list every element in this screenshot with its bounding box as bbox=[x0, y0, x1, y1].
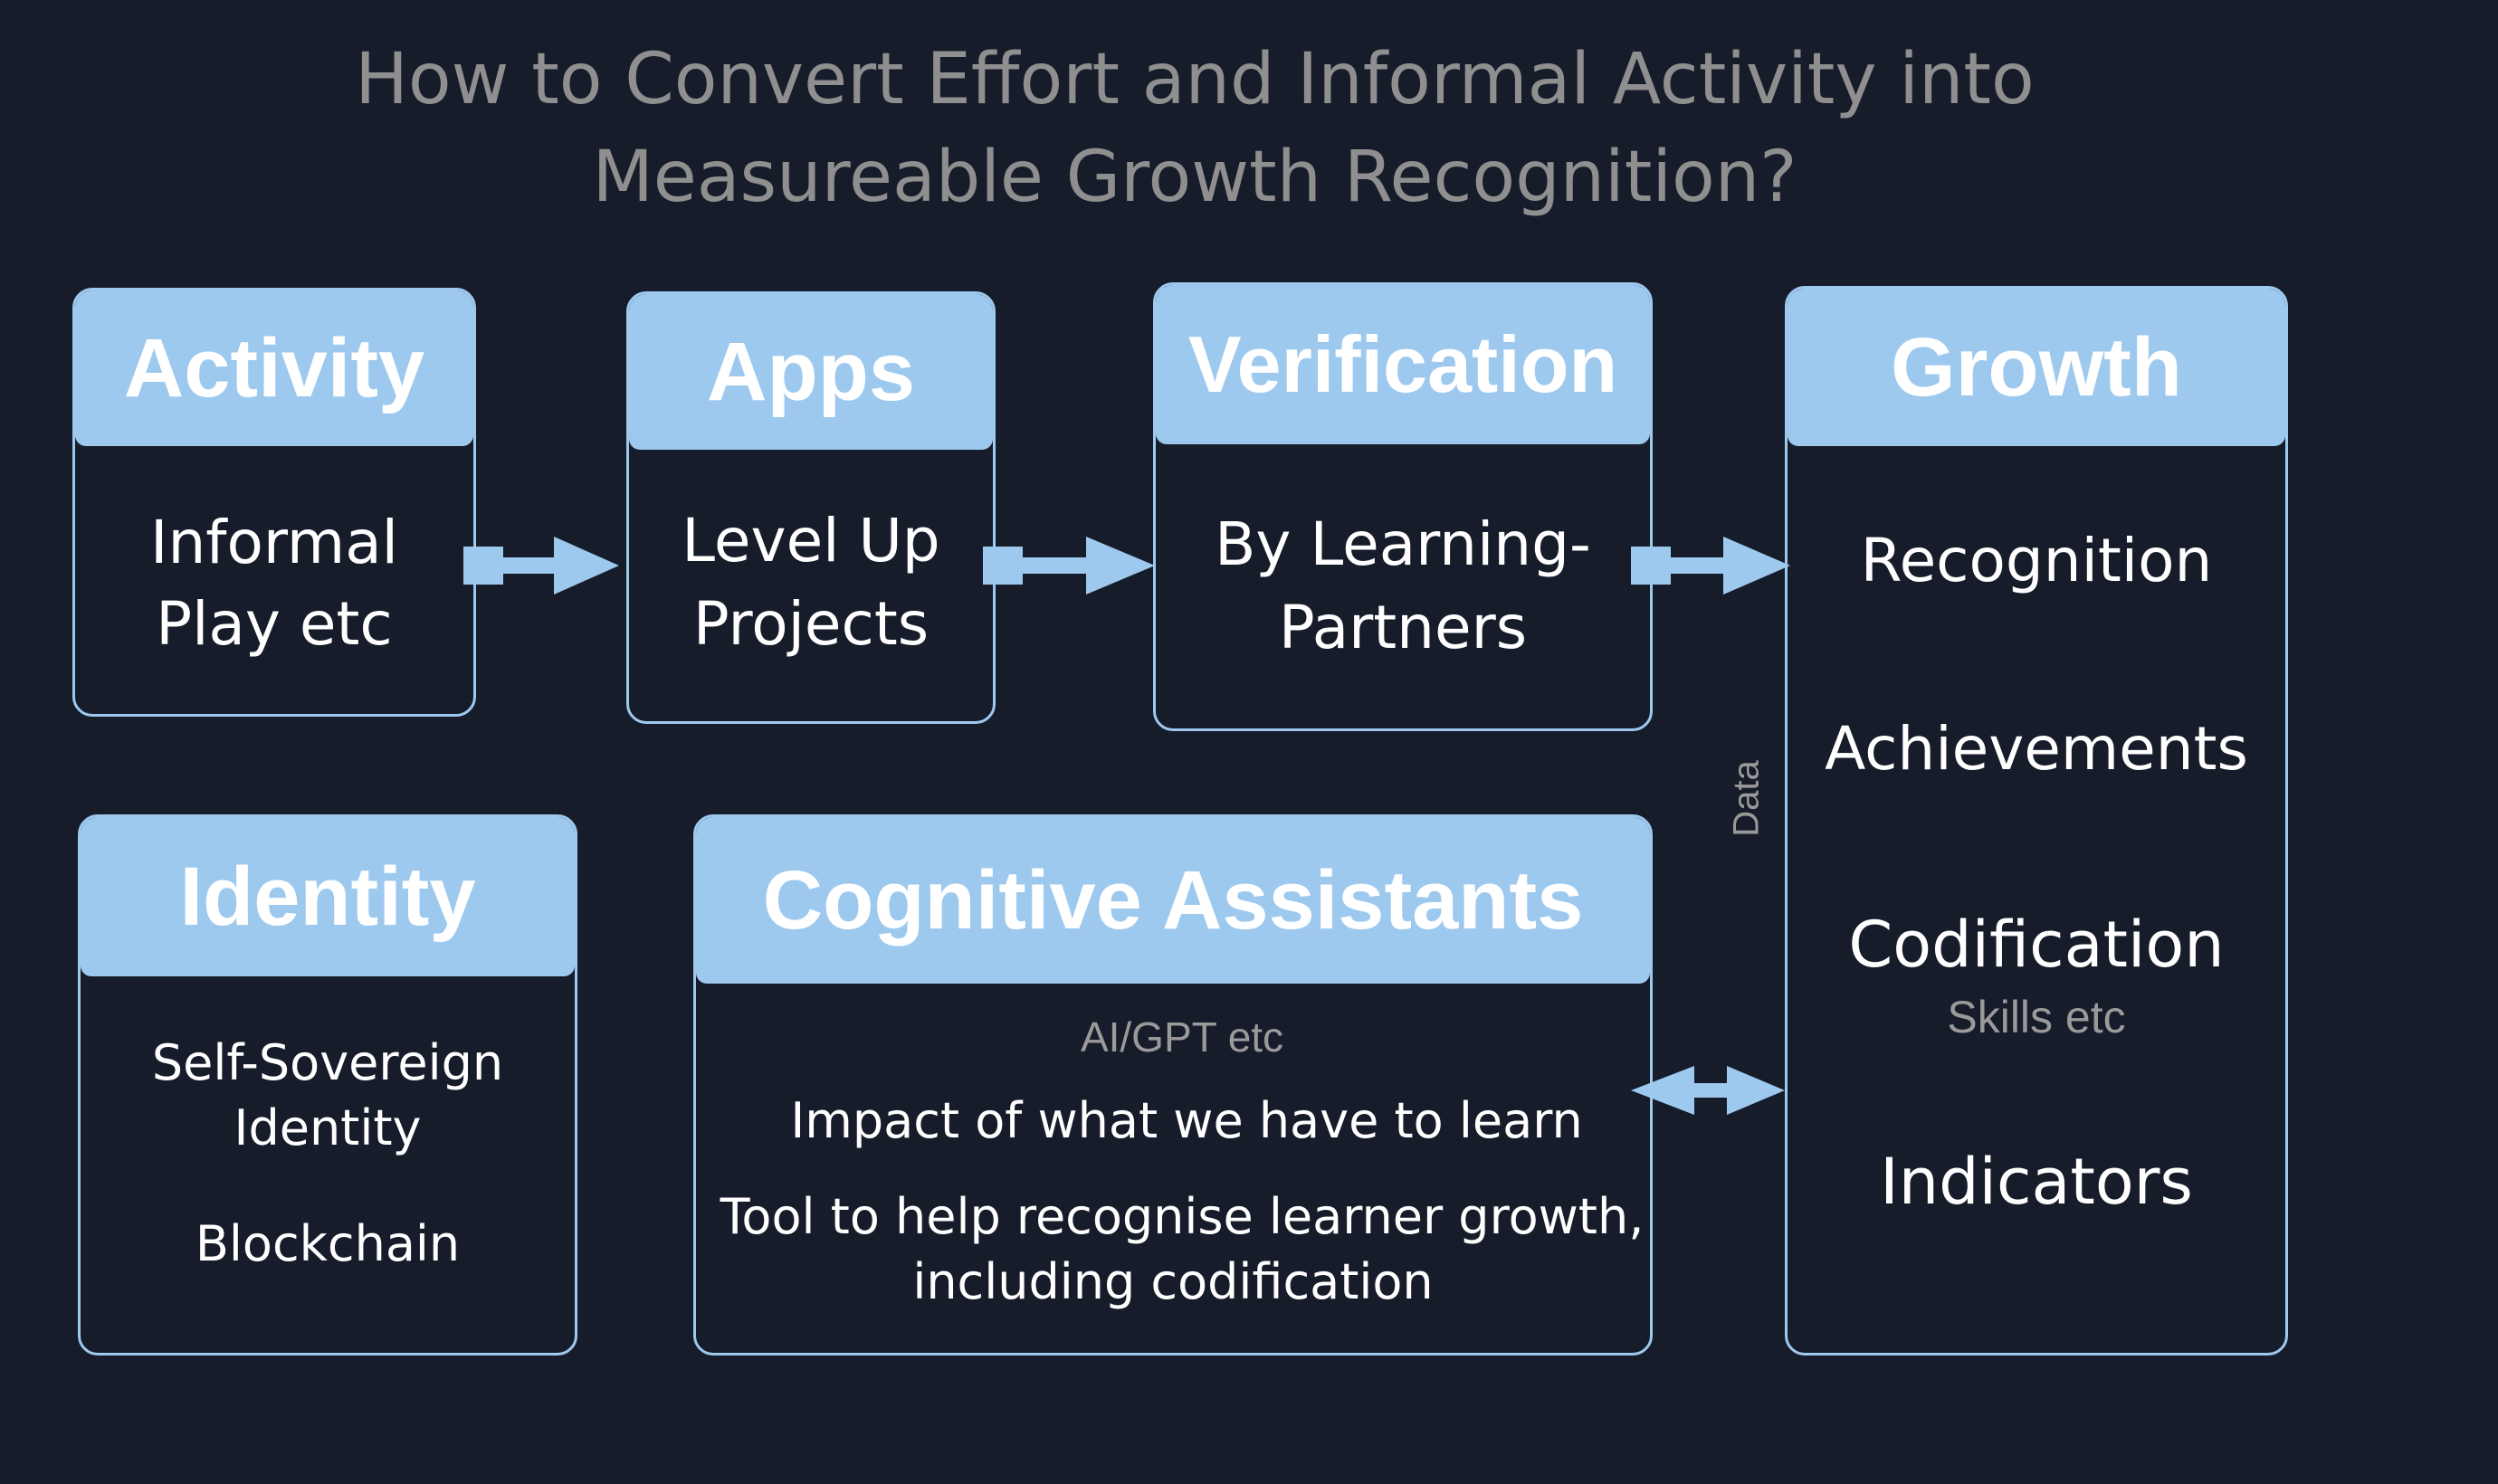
data-label: Data bbox=[1726, 760, 1767, 837]
arrow-verification-to-growth bbox=[1631, 537, 1790, 595]
connector-arrows bbox=[463, 537, 1790, 1115]
arrow-activity-to-apps bbox=[463, 537, 619, 595]
arrow-cognitive-growth-bidirectional bbox=[1631, 1066, 1785, 1115]
arrow-apps-to-verification bbox=[983, 537, 1155, 595]
